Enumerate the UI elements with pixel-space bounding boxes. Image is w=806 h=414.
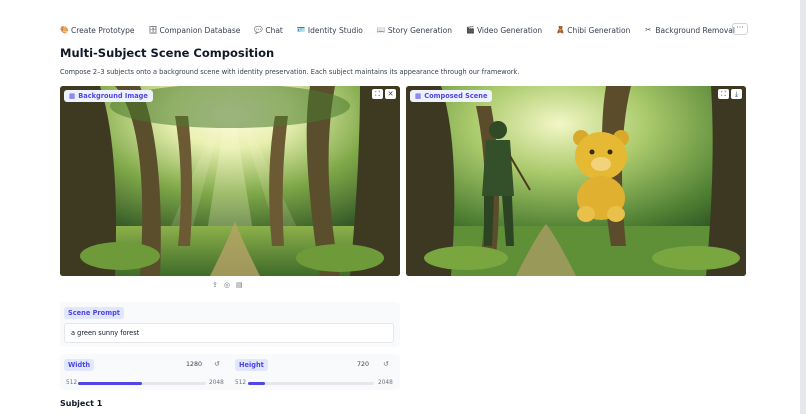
tab-label: Chibi Generation xyxy=(567,25,631,35)
tab-label: Story Generation xyxy=(387,25,452,35)
size-sliders-block: Width 1280 ↺ 512 2048 Height 720 ↺ 512 2… xyxy=(60,354,400,390)
tab-video-generation[interactable]: 🎬 Video Generation xyxy=(466,26,542,35)
width-slider[interactable] xyxy=(78,382,206,385)
tab-label: Background Removal xyxy=(655,25,735,35)
scene-prompt-input[interactable]: a green sunny forest xyxy=(64,323,394,343)
background-image-panel[interactable]: ▦ Background Image ⛶ ✕ xyxy=(60,86,400,276)
height-min: 512 xyxy=(235,380,247,386)
height-slider-fill xyxy=(248,382,266,385)
composed-scene-label: ▦ Composed Scene xyxy=(410,90,493,102)
scene-prompt-block: Scene Prompt a green sunny forest xyxy=(60,302,400,347)
id-icon: 🪪 xyxy=(296,26,306,34)
tab-label: Companion Database xyxy=(159,25,241,35)
page-title: Multi-Subject Scene Composition xyxy=(60,46,275,60)
download-icon[interactable]: ⤓ xyxy=(731,89,742,99)
tab-chat[interactable]: 💬 Chat xyxy=(254,26,283,35)
tab-chibi-generation[interactable]: 🧸 Chibi Generation xyxy=(556,26,630,35)
image-icon: ▦ xyxy=(415,92,422,100)
width-value[interactable]: 1280 xyxy=(186,361,202,368)
image-icon: ▦ xyxy=(69,92,76,100)
background-image-label: ▦ Background Image xyxy=(64,90,153,102)
tab-create-prototype[interactable]: 🎨 Create Prototype xyxy=(60,26,135,35)
tab-label: Chat xyxy=(265,25,283,35)
clipboard-icon[interactable]: ▤ xyxy=(236,281,243,289)
figure-icon: 🧸 xyxy=(556,26,565,34)
fullscreen-icon[interactable]: ⛶ xyxy=(718,89,729,99)
database-icon: 🗄 xyxy=(148,26,158,34)
tab-identity-studio[interactable]: 🪪 Identity Studio xyxy=(297,26,363,35)
composed-image xyxy=(406,86,746,276)
tab-story-generation[interactable]: 📖 Story Generation xyxy=(377,26,452,35)
width-label: Width xyxy=(64,359,95,371)
tab-bar: 🎨 Create Prototype 🗄 Companion Database 💬 Cha… xyxy=(60,20,748,40)
reset-icon[interactable]: ↺ xyxy=(383,360,389,368)
page-scrollbar[interactable] xyxy=(800,0,806,414)
scissors-icon: ✂ xyxy=(645,26,652,34)
width-slider-fill xyxy=(78,382,142,385)
height-slider[interactable] xyxy=(248,382,374,385)
width-max: 2048 xyxy=(209,380,224,386)
tab-label: Create Prototype xyxy=(71,25,135,35)
tab-background-removal[interactable]: ✂ Background Removal xyxy=(644,26,735,35)
width-min: 512 xyxy=(66,380,78,386)
page-description: Compose 2–3 subjects onto a background s… xyxy=(60,68,520,76)
height-max: 2048 xyxy=(378,380,393,386)
scene-prompt-label: Scene Prompt xyxy=(64,307,124,319)
book-icon: 📖 xyxy=(376,26,386,34)
subject-heading: Subject 1 xyxy=(60,399,103,408)
clapper-icon: 🎬 xyxy=(465,26,475,34)
webcam-icon[interactable]: ◎ xyxy=(224,281,230,289)
tab-label: Video Generation xyxy=(476,25,543,35)
tab-companion-database[interactable]: 🗄 Companion Database xyxy=(149,26,241,35)
palette-icon: 🎨 xyxy=(60,26,69,34)
chat-icon: 💬 xyxy=(254,26,264,34)
height-label: Height xyxy=(235,359,268,371)
upload-icon[interactable]: ⇪ xyxy=(212,281,218,289)
height-value[interactable]: 720 xyxy=(357,361,369,368)
more-tabs-button[interactable]: ··· xyxy=(732,23,748,35)
close-icon[interactable]: ✕ xyxy=(385,89,396,99)
fullscreen-icon[interactable]: ⛶ xyxy=(372,89,383,99)
composed-scene-panel[interactable]: ▦ Composed Scene ⛶ ⤓ xyxy=(406,86,746,276)
tab-label: Identity Studio xyxy=(307,25,363,35)
forest-image xyxy=(60,86,400,276)
reset-icon[interactable]: ↺ xyxy=(214,360,220,368)
